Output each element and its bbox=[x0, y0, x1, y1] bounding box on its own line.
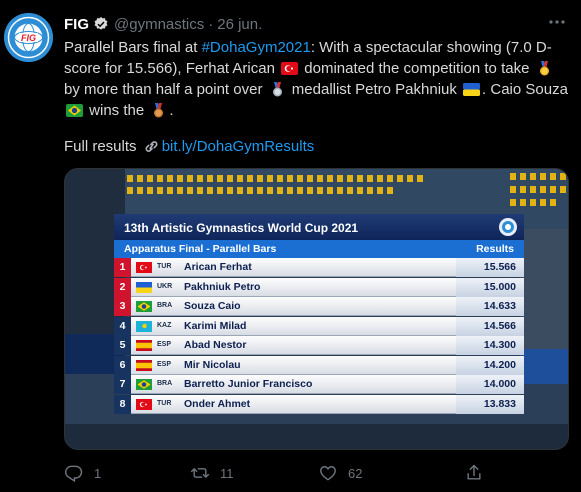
scoreboard-row: 6 ESP Mir Nicolau 14.200 bbox=[114, 355, 524, 375]
retweet-button[interactable]: 11 bbox=[190, 463, 234, 483]
share-icon bbox=[467, 464, 481, 480]
retweet-count: 11 bbox=[220, 465, 234, 481]
tweet-date[interactable]: 26 jun. bbox=[217, 16, 262, 33]
share-button[interactable] bbox=[464, 463, 484, 483]
scoreboard-row: 8 TUR Onder Ahmet 13.833 bbox=[114, 394, 524, 414]
tur-flag-icon bbox=[136, 398, 152, 410]
results-label: Full results bbox=[64, 138, 141, 155]
rank: 4 bbox=[114, 316, 131, 336]
retweet-icon bbox=[190, 468, 210, 478]
scoreboard-row: 7 BRA Barretto Junior Francisco 14.000 bbox=[114, 375, 524, 394]
tweet-text: Parallel Bars final at #DohaGym2021: Wit… bbox=[64, 37, 569, 121]
brazil-flag-icon bbox=[66, 103, 83, 118]
scoreboard-row: 1 TUR Arican Ferhat 15.566 bbox=[114, 258, 524, 277]
tweet-actions: 1 11 62 bbox=[64, 463, 569, 485]
silver-medal-icon bbox=[269, 82, 286, 97]
athlete-name: Pakhniuk Petro bbox=[184, 280, 261, 293]
nation-code: TUR bbox=[157, 263, 172, 270]
bronze-medal-icon bbox=[150, 103, 167, 118]
tweet-text-part: Parallel Bars final at bbox=[64, 39, 202, 56]
scoreboard-row: 2 UKR Pakhniuk Petro 15.000 bbox=[114, 277, 524, 297]
author-handle[interactable]: @gymnastics bbox=[114, 16, 204, 33]
tweet-text-part: by more than half a point over bbox=[64, 81, 267, 98]
like-button[interactable]: 62 bbox=[318, 463, 362, 483]
kaz-flag-icon bbox=[136, 320, 152, 332]
nation-code: ESP bbox=[157, 360, 172, 368]
tweet-header: FIG @gymnastics · 26 jun. bbox=[64, 14, 262, 34]
rank: 7 bbox=[114, 375, 131, 394]
fig-logo-icon: FIG bbox=[4, 13, 53, 62]
results-link[interactable]: bit.ly/DohaGymResults bbox=[162, 138, 315, 155]
athlete-name: Onder Ahmet bbox=[184, 397, 251, 410]
like-count: 62 bbox=[348, 465, 363, 481]
scoreboard-row: 4 KAZ Karimi Milad 14.566 bbox=[114, 316, 524, 336]
event-logo-icon bbox=[499, 218, 517, 236]
author-name[interactable]: FIG bbox=[64, 16, 89, 33]
more-icon[interactable] bbox=[547, 12, 567, 32]
rank: 8 bbox=[114, 394, 131, 414]
athlete-name: Souza Caio bbox=[184, 300, 241, 312]
scoreboard-row: 3 BRA Souza Caio 14.633 bbox=[114, 297, 524, 316]
scoreboard-subtitle-bar: Apparatus Final - Parallel Bars Results bbox=[114, 240, 524, 258]
esp-flag-icon bbox=[136, 340, 152, 351]
nation-code: BRA bbox=[157, 380, 173, 387]
separator: · bbox=[208, 15, 214, 33]
avatar[interactable]: FIG bbox=[4, 13, 53, 62]
tweet-text-part: . bbox=[169, 102, 174, 119]
reply-icon bbox=[65, 465, 83, 483]
athlete-name: Abad Nestor bbox=[184, 339, 247, 351]
turkey-flag-icon bbox=[281, 61, 299, 76]
scoreboard-title: 13th Artistic Gymnastics World Cup 2021 bbox=[114, 214, 524, 240]
tweet-text-part: . Caio Souza bbox=[482, 81, 568, 98]
tweet-text-part: medallist Petro Pakhniuk bbox=[287, 81, 462, 98]
rank: 1 bbox=[114, 258, 131, 277]
nation-code: KAZ bbox=[157, 321, 172, 329]
nation-code: UKR bbox=[157, 282, 173, 290]
hashtag-link[interactable]: #DohaGym2021 bbox=[202, 39, 311, 56]
score: 13.833 bbox=[483, 397, 516, 410]
reply-button[interactable]: 1 bbox=[64, 463, 101, 483]
gold-medal-icon bbox=[536, 61, 553, 76]
athlete-name: Mir Nicolau bbox=[184, 358, 241, 371]
rank: 5 bbox=[114, 336, 131, 355]
score: 14.566 bbox=[483, 319, 516, 332]
nation-code: TUR bbox=[157, 399, 172, 407]
tweet-text-part: wins the bbox=[85, 102, 149, 119]
esp-flag-icon bbox=[136, 359, 152, 371]
nation-code: BRA bbox=[157, 302, 173, 309]
score: 15.566 bbox=[483, 261, 516, 273]
bra-flag-icon bbox=[136, 301, 152, 312]
rank: 6 bbox=[114, 355, 131, 375]
athlete-name: Karimi Milad bbox=[184, 319, 247, 332]
scoreboard-subtitle: Apparatus Final - Parallel Bars bbox=[124, 243, 277, 255]
heart-icon bbox=[320, 466, 336, 481]
verified-badge-icon bbox=[93, 16, 109, 32]
rank: 2 bbox=[114, 277, 131, 297]
scoreboard-row: 5 ESP Abad Nestor 14.300 bbox=[114, 336, 524, 355]
score: 15.000 bbox=[483, 280, 516, 293]
nation-code: ESP bbox=[157, 341, 172, 348]
tur-flag-icon bbox=[136, 262, 152, 273]
rank: 3 bbox=[114, 297, 131, 316]
results-header: Results bbox=[476, 243, 514, 255]
svg-text:FIG: FIG bbox=[21, 33, 36, 43]
link-icon bbox=[143, 139, 160, 154]
score: 14.200 bbox=[483, 358, 516, 371]
tweet-image[interactable]: 13th Artistic Gymnastics World Cup 2021 … bbox=[64, 168, 569, 450]
athlete-name: Arican Ferhat bbox=[184, 261, 252, 273]
bra-flag-icon bbox=[136, 379, 152, 390]
ukr-flag-icon bbox=[136, 281, 152, 293]
ukraine-flag-icon bbox=[463, 82, 481, 97]
tweet[interactable]: FIG FIG @gymnastics · 26 jun. Parallel B… bbox=[0, 0, 581, 492]
score: 14.300 bbox=[483, 339, 516, 351]
results-line: Full results bit.ly/DohaGymResults bbox=[64, 136, 314, 157]
athlete-name: Barretto Junior Francisco bbox=[184, 378, 313, 390]
score: 14.000 bbox=[483, 378, 516, 390]
scoreboard: 13th Artistic Gymnastics World Cup 2021 … bbox=[114, 214, 524, 414]
reply-count: 1 bbox=[94, 465, 102, 481]
score: 14.633 bbox=[483, 300, 516, 312]
tweet-text-part: dominated the competition to take bbox=[300, 60, 534, 77]
